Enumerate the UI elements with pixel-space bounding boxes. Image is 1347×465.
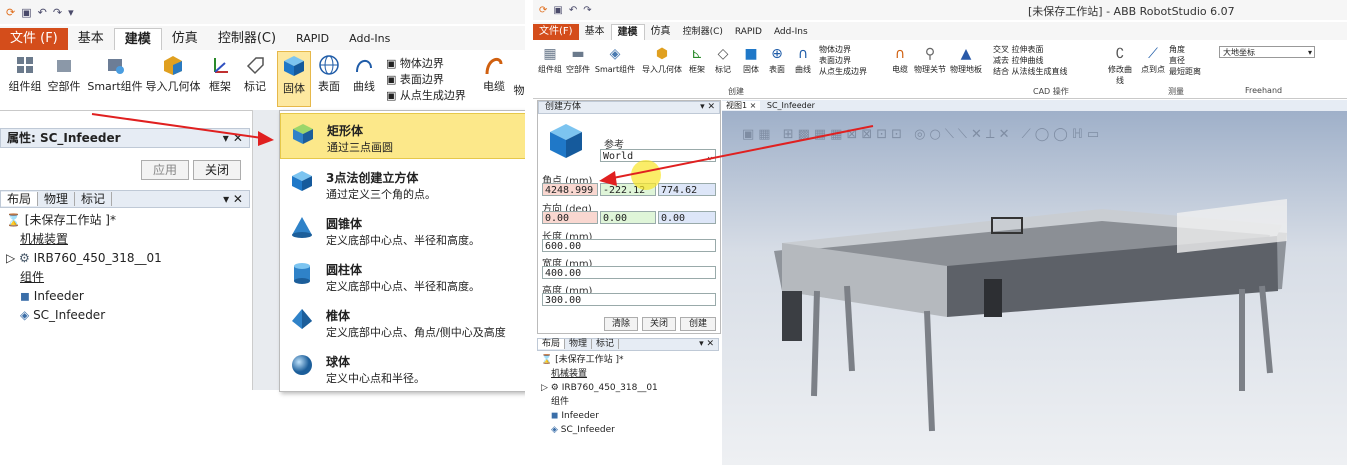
left-screenshot: ⟳ ▣ ↶ ↷ ▾ 文件 (F) 基本 建模 仿真 控制器(C) RAPID A… bbox=[0, 0, 525, 465]
right-screenshot: ⟳ ▣ ↶ ↷ [未保存工作站] - ABB RobotStudio 6.07 … bbox=[533, 0, 1347, 465]
annotation-arrow-left bbox=[91, 113, 274, 146]
annotation-arrow-right bbox=[599, 125, 874, 186]
